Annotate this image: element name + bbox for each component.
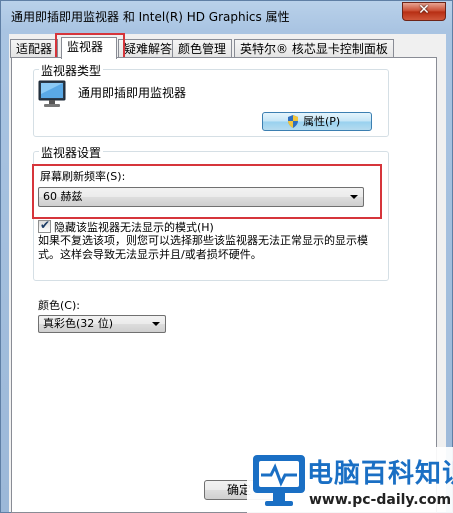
tab-color-management[interactable]: 颜色管理 <box>172 39 233 58</box>
hide-modes-description: 如果不复选该项，则您可以选择那些该监视器无法正常显示的显示模式。这样会导致无法显… <box>38 234 368 261</box>
close-icon: ✕ <box>418 2 430 18</box>
check-icon: ✔ <box>40 218 51 232</box>
shield-icon <box>288 115 298 128</box>
properties-button[interactable]: 属性(P) <box>262 112 372 131</box>
watermark-title: 电脑百科知识 <box>307 459 453 489</box>
monitor-logo-icon <box>253 455 305 506</box>
colors-value: 真彩色(32 位) <box>43 317 114 330</box>
tab-adapter[interactable]: 适配器 <box>10 39 59 58</box>
refresh-rate-label: 屏幕刷新频率(S): <box>40 170 126 183</box>
tab-strip: 适配器 监视器 疑难解答 颜色管理 英特尔® 核芯显卡控制面板 <box>8 37 445 59</box>
refresh-rate-value: 60 赫兹 <box>43 190 83 203</box>
colors-label: 颜色(C): <box>38 299 80 312</box>
chevron-down-icon <box>350 195 358 199</box>
monitor-name: 通用即插即用监视器 <box>78 86 187 100</box>
properties-button-label: 属性(P) <box>303 115 341 128</box>
monitor-type-title: 监视器类型 <box>39 62 104 79</box>
title-bar[interactable]: 通用即插即用监视器 和 Intel(R) HD Graphics 属性 ✕ <box>1 1 452 31</box>
monitor-icon <box>38 80 66 107</box>
watermark-url: www.pc-daily.com <box>309 492 452 508</box>
hide-modes-checkbox[interactable]: ✔ <box>38 218 51 233</box>
colors-select[interactable]: 真彩色(32 位) <box>38 315 166 333</box>
tab-troubleshoot[interactable]: 疑难解答 <box>118 39 179 58</box>
tab-intel-control-panel[interactable]: 英特尔® 核芯显卡控制面板 <box>234 39 394 58</box>
hide-modes-label[interactable]: 隐藏该监视器无法显示的模式(H) <box>54 219 214 235</box>
monitor-settings-title: 监视器设置 <box>39 144 104 161</box>
close-button[interactable]: ✕ <box>402 2 446 21</box>
window-title: 通用即插即用监视器 和 Intel(R) HD Graphics 属性 <box>11 10 290 24</box>
tab-monitor[interactable]: 监视器 <box>61 37 117 59</box>
watermark: 电脑百科知识 www.pc-daily.com <box>247 447 453 513</box>
chevron-down-icon <box>152 322 160 326</box>
refresh-rate-select[interactable]: 60 赫兹 <box>38 187 364 207</box>
